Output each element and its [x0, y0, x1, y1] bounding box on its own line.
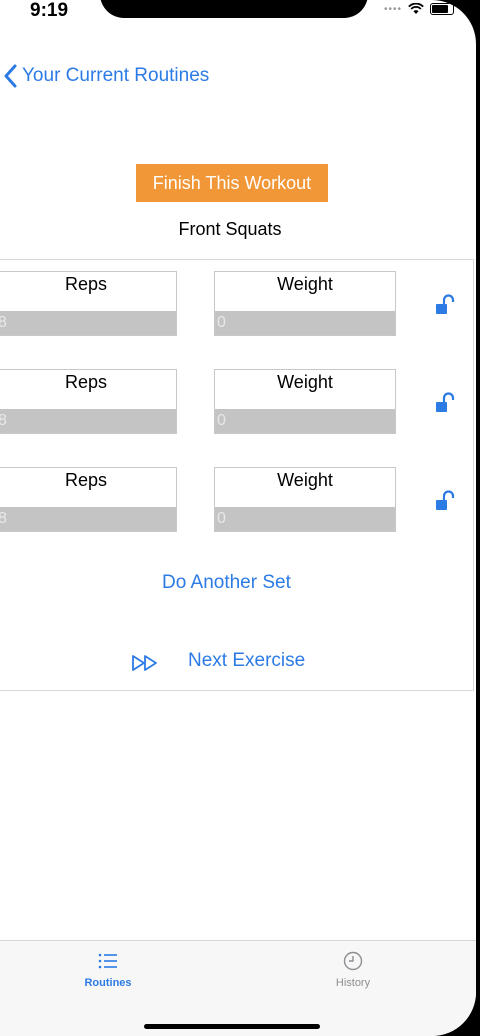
- status-time: 9:19: [30, 0, 69, 21]
- weight-label: Weight: [277, 372, 333, 392]
- reps-label: Reps: [64, 274, 108, 294]
- reps-field[interactable]: Reps 8: [0, 271, 177, 336]
- weight-input[interactable]: 0: [215, 409, 395, 433]
- weight-field[interactable]: Weight 0: [214, 369, 396, 434]
- weight-field[interactable]: Weight 0: [214, 271, 396, 336]
- weight-field[interactable]: Weight 0: [214, 467, 396, 532]
- reps-input[interactable]: 8: [0, 507, 176, 531]
- back-label: Your Current Routines: [22, 65, 210, 86]
- tab-routines-label: Routines: [84, 977, 132, 989]
- tab-routines[interactable]: Routines: [58, 951, 158, 989]
- do-another-set-button[interactable]: Do Another Set: [162, 572, 291, 594]
- reps-label: Reps: [64, 470, 108, 490]
- tab-bar: Routines History: [0, 940, 476, 1036]
- weight-input[interactable]: 0: [215, 311, 395, 335]
- device-notch: [100, 0, 368, 18]
- app-screen: 9:19 •••• Your Current Routines Finish T…: [0, 0, 476, 1036]
- weight-input[interactable]: 0: [215, 507, 395, 531]
- status-icons: ••••: [384, 0, 454, 18]
- unlock-icon[interactable]: [435, 392, 457, 414]
- fast-forward-icon[interactable]: [131, 654, 161, 672]
- unlock-icon[interactable]: [435, 490, 457, 512]
- next-exercise-button[interactable]: Next Exercise: [188, 650, 305, 672]
- clock-icon: [343, 951, 363, 971]
- reps-field[interactable]: Reps 8: [0, 369, 177, 434]
- chevron-left-icon: [4, 64, 17, 88]
- battery-icon: [430, 3, 454, 15]
- exercise-title: Front Squats: [178, 219, 282, 239]
- reps-field[interactable]: Reps 8: [0, 467, 177, 532]
- wifi-icon: [408, 3, 424, 14]
- reps-label: Reps: [64, 372, 108, 392]
- reps-input[interactable]: 8: [0, 311, 176, 335]
- unlock-icon[interactable]: [435, 294, 457, 316]
- weight-label: Weight: [277, 470, 333, 490]
- sets-panel: Reps 8 Weight 0 Reps 8 Weight 0 Reps 8 W…: [0, 259, 474, 691]
- tab-history-label: History: [335, 977, 371, 989]
- reps-input[interactable]: 8: [0, 409, 176, 433]
- back-button[interactable]: Your Current Routines: [4, 64, 209, 88]
- list-icon: [98, 953, 117, 969]
- signal-icon: ••••: [383, 3, 402, 15]
- tab-history[interactable]: History: [303, 951, 403, 989]
- weight-label: Weight: [277, 274, 333, 294]
- home-indicator: [144, 1024, 320, 1029]
- finish-workout-button[interactable]: Finish This Workout: [136, 164, 328, 202]
